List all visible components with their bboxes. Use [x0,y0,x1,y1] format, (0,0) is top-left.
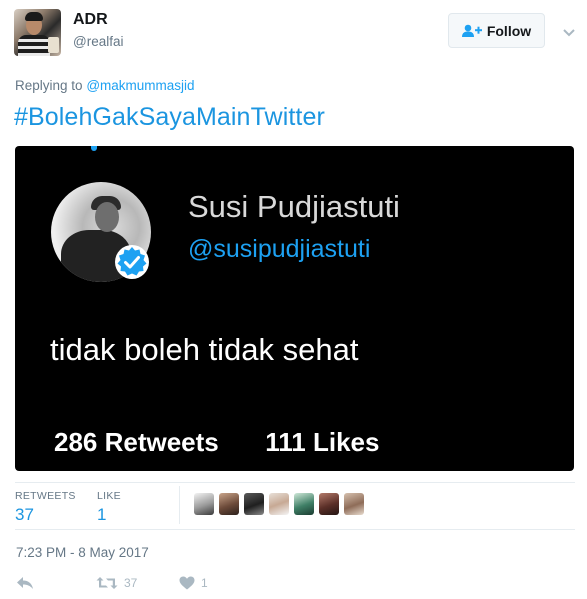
reply-icon [17,577,33,589]
retweets-label: RETWEETS [15,490,76,502]
media-handle: @susipudjiastuti [188,235,371,263]
media-likes: 111 Likes [265,427,380,457]
reply-action[interactable] [16,576,34,590]
like-count: 1 [201,576,208,590]
liker-avatars [194,493,364,515]
heart-icon [179,576,195,590]
follow-label: Follow [486,22,532,39]
author-name[interactable]: ADR [73,11,108,29]
follow-button[interactable]: Follow [448,13,545,48]
liker-avatar[interactable] [294,493,314,515]
retweet-icon [96,577,118,589]
tweet-hashtag-link[interactable]: #BolehGakSayaMainTwitter [14,103,325,132]
verified-badge-icon [115,245,149,279]
liker-avatar[interactable] [319,493,339,515]
media-tweet-text: tidak boleh tidak sehat [50,332,359,367]
liker-avatar[interactable] [269,493,289,515]
likes-label: LIKE [97,490,121,502]
stats-top-divider [15,482,575,483]
like-action[interactable]: 1 [179,576,208,590]
chevron-down-icon[interactable] [563,24,575,42]
tweet-timestamp[interactable]: 7:23 PM - 8 May 2017 [16,545,149,560]
media-top-mark [91,146,97,151]
media-retweets: 286 Retweets [54,427,219,457]
liker-avatar[interactable] [344,493,364,515]
stats-bottom-divider [15,529,575,530]
replying-to: Replying to @makmummasjid [15,78,195,93]
stats-separator [179,486,180,524]
media-stats: 286 Retweets 111 Likes [54,427,379,458]
retweets-count-link[interactable]: 37 [15,505,34,525]
media-name: Susi Pudjiastuti [188,189,400,224]
likes-count-link[interactable]: 1 [97,505,106,525]
retweet-count: 37 [124,576,138,590]
replying-to-link[interactable]: @makmummasjid [86,78,194,93]
add-user-icon [461,24,482,37]
tweet-media-image[interactable]: Susi Pudjiastuti @susipudjiastuti tidak … [15,146,574,471]
liker-avatar[interactable] [194,493,214,515]
replying-prefix: Replying to [15,78,83,93]
author-handle[interactable]: @realfai [73,34,123,49]
liker-avatar[interactable] [219,493,239,515]
retweet-action[interactable]: 37 [96,576,137,590]
author-avatar[interactable] [14,9,61,56]
liker-avatar[interactable] [244,493,264,515]
